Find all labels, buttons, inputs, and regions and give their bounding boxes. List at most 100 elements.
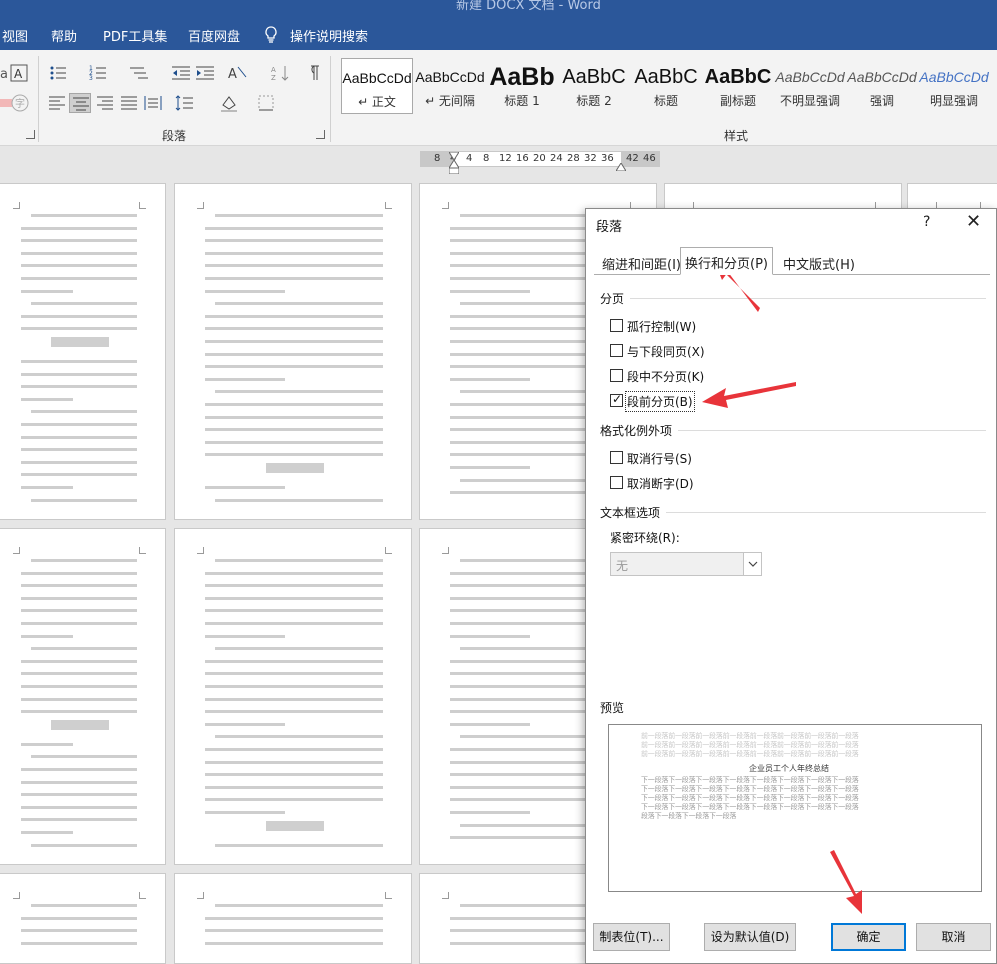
justify-icon[interactable] bbox=[118, 93, 140, 113]
chinese-layout-icon[interactable]: A bbox=[226, 63, 248, 83]
character-border-icon[interactable]: A bbox=[9, 63, 31, 83]
widow-control-checkbox[interactable] bbox=[610, 319, 623, 332]
section-divider bbox=[666, 512, 986, 513]
style-heading-2[interactable]: AaBbC 标题 2 bbox=[558, 58, 630, 114]
cancel-button[interactable]: 取消 bbox=[916, 923, 991, 951]
keep-with-next-label[interactable]: 与下段同页(X) bbox=[627, 343, 705, 360]
tab-asian-typography[interactable]: 中文版式(H) bbox=[779, 249, 859, 275]
ruler-number: 36 bbox=[601, 153, 614, 164]
borders-icon[interactable] bbox=[256, 93, 278, 113]
paragraph-dialog-launcher[interactable] bbox=[316, 130, 325, 139]
document-page[interactable] bbox=[0, 873, 166, 964]
decrease-indent-icon[interactable] bbox=[170, 63, 192, 83]
set-default-button[interactable]: 设为默认值(D) bbox=[704, 923, 796, 951]
style-sample: AaBbCcDd bbox=[847, 69, 917, 85]
shading-icon[interactable] bbox=[218, 93, 240, 113]
tabs-button[interactable]: 制表位(T)... bbox=[593, 923, 670, 951]
hanging-indent-marker[interactable] bbox=[448, 159, 460, 175]
preview-before-text: 前一段落前一段落前一段落前一段落前一段落前一段落前一段落前一段落 bbox=[641, 750, 859, 758]
style-heading-1[interactable]: AaBb 标题 1 bbox=[486, 58, 558, 114]
keep-lines-together-label[interactable]: 段中不分页(K) bbox=[627, 368, 704, 385]
page-break-before-label[interactable]: 段前分页(B) bbox=[625, 391, 695, 412]
style-no-spacing[interactable]: AaBbCcDd ↵ 无间隔 bbox=[414, 58, 486, 114]
close-icon[interactable]: ✕ bbox=[966, 211, 981, 232]
style-name: ↵ 正文 bbox=[358, 95, 396, 109]
suppress-line-numbers-checkbox[interactable] bbox=[610, 451, 623, 464]
document-heading bbox=[266, 820, 324, 831]
align-right-icon[interactable] bbox=[94, 93, 116, 113]
style-sample: AaBb bbox=[489, 63, 555, 91]
section-divider bbox=[678, 430, 986, 431]
font-dialog-launcher[interactable] bbox=[26, 130, 35, 139]
tab-indents-spacing[interactable]: 缩进和间距(I) bbox=[598, 249, 685, 275]
style-name: 标题 1 bbox=[504, 94, 540, 108]
distributed-icon[interactable] bbox=[142, 93, 164, 113]
preview-main-text: 企业员工个人年终总结 bbox=[749, 764, 829, 773]
svg-text:Z: Z bbox=[271, 74, 276, 82]
ok-button[interactable]: 确定 bbox=[831, 923, 906, 951]
preview-after-text: 段落下一段落下一段落下一段落 bbox=[641, 812, 737, 820]
style-subtle-emphasis[interactable]: AaBbCcDd 不明显强调 bbox=[774, 58, 846, 114]
style-normal[interactable]: AaBbCcDd ↵ 正文 bbox=[341, 58, 413, 114]
style-name: 标题 bbox=[653, 94, 678, 108]
first-line-indent-marker[interactable] bbox=[448, 149, 460, 161]
textbox-section-label: 文本框选项 bbox=[600, 506, 661, 520]
menu-help[interactable]: 帮助 bbox=[51, 26, 77, 45]
sort-icon[interactable]: AZ bbox=[270, 63, 292, 83]
numbering-icon[interactable]: 123 bbox=[88, 63, 110, 83]
style-title[interactable]: AaBbC 标题 bbox=[630, 58, 702, 114]
line-spacing-icon[interactable] bbox=[174, 93, 196, 113]
no-hyphenation-label[interactable]: 取消断字(D) bbox=[627, 475, 694, 492]
style-emphasis[interactable]: AaBbCcDd 强调 bbox=[846, 58, 918, 114]
increase-indent-icon[interactable] bbox=[194, 63, 216, 83]
ruler-number: 24 bbox=[550, 153, 563, 164]
document-page[interactable] bbox=[0, 528, 166, 865]
widow-control-label[interactable]: 孤行控制(W) bbox=[627, 318, 696, 335]
style-sample: AaBbCcDd bbox=[775, 69, 845, 85]
suppress-line-numbers-label[interactable]: 取消行号(S) bbox=[627, 450, 692, 467]
tab-line-page-breaks[interactable]: 换行和分页(P) bbox=[680, 247, 773, 275]
ruler-number: 12 bbox=[499, 153, 512, 164]
document-page[interactable] bbox=[174, 873, 412, 964]
keep-with-next-checkbox[interactable] bbox=[610, 344, 623, 357]
style-name: 强调 bbox=[869, 94, 894, 108]
ruler-number: 8 bbox=[483, 153, 490, 164]
show-marks-icon[interactable] bbox=[302, 63, 324, 83]
page-break-before-checkbox[interactable]: ✓ bbox=[610, 392, 623, 407]
ruler-number: 20 bbox=[533, 153, 546, 164]
keep-lines-together-checkbox[interactable] bbox=[610, 369, 623, 382]
style-sample: AaBbC bbox=[562, 66, 626, 88]
style-intense-emphasis[interactable]: AaBbCcDd 明显强调 bbox=[918, 58, 990, 114]
style-sample: AaBbCcDd bbox=[342, 70, 412, 86]
document-page[interactable] bbox=[174, 528, 412, 865]
align-center-icon[interactable] bbox=[69, 93, 91, 113]
ruler-number: 8 bbox=[434, 153, 441, 164]
ruler-number: 28 bbox=[567, 153, 580, 164]
document-page[interactable] bbox=[0, 183, 166, 520]
chevron-down-icon[interactable] bbox=[743, 553, 761, 575]
svg-text:A: A bbox=[228, 67, 237, 82]
tell-me-search[interactable]: 操作说明搜索 bbox=[290, 26, 368, 45]
document-heading bbox=[51, 719, 109, 730]
tight-wrap-label: 紧密环绕(R): bbox=[610, 531, 680, 545]
help-icon[interactable]: ? bbox=[923, 214, 930, 230]
window-title: 新建 DOCX 文档 - Word bbox=[456, 0, 601, 13]
align-left-icon[interactable] bbox=[46, 93, 68, 113]
bullets-icon[interactable] bbox=[48, 63, 70, 83]
tight-wrap-select[interactable]: 无 bbox=[610, 552, 762, 576]
enclose-char-icon[interactable]: 字 bbox=[9, 93, 31, 113]
right-indent-marker[interactable] bbox=[615, 160, 627, 172]
style-sample: AaBbCcDd bbox=[415, 69, 485, 85]
document-page[interactable] bbox=[174, 183, 412, 520]
style-name: 副标题 bbox=[719, 94, 756, 108]
style-subtitle[interactable]: AaBbC 副标题 bbox=[702, 58, 774, 114]
no-hyphenation-checkbox[interactable] bbox=[610, 476, 623, 489]
multilevel-list-icon[interactable] bbox=[128, 63, 150, 83]
svg-text:A: A bbox=[14, 67, 23, 81]
menu-pdf-tools[interactable]: PDF工具集 bbox=[103, 26, 167, 45]
preview-box: 前一段落前一段落前一段落前一段落前一段落前一段落前一段落前一段落 前一段落前一段… bbox=[608, 724, 982, 892]
style-name: ↵ 无间隔 bbox=[425, 94, 475, 108]
menu-baidu-netdisk[interactable]: 百度网盘 bbox=[188, 26, 240, 45]
menu-view[interactable]: 视图 bbox=[2, 26, 28, 45]
style-name: 不明显强调 bbox=[779, 94, 840, 108]
